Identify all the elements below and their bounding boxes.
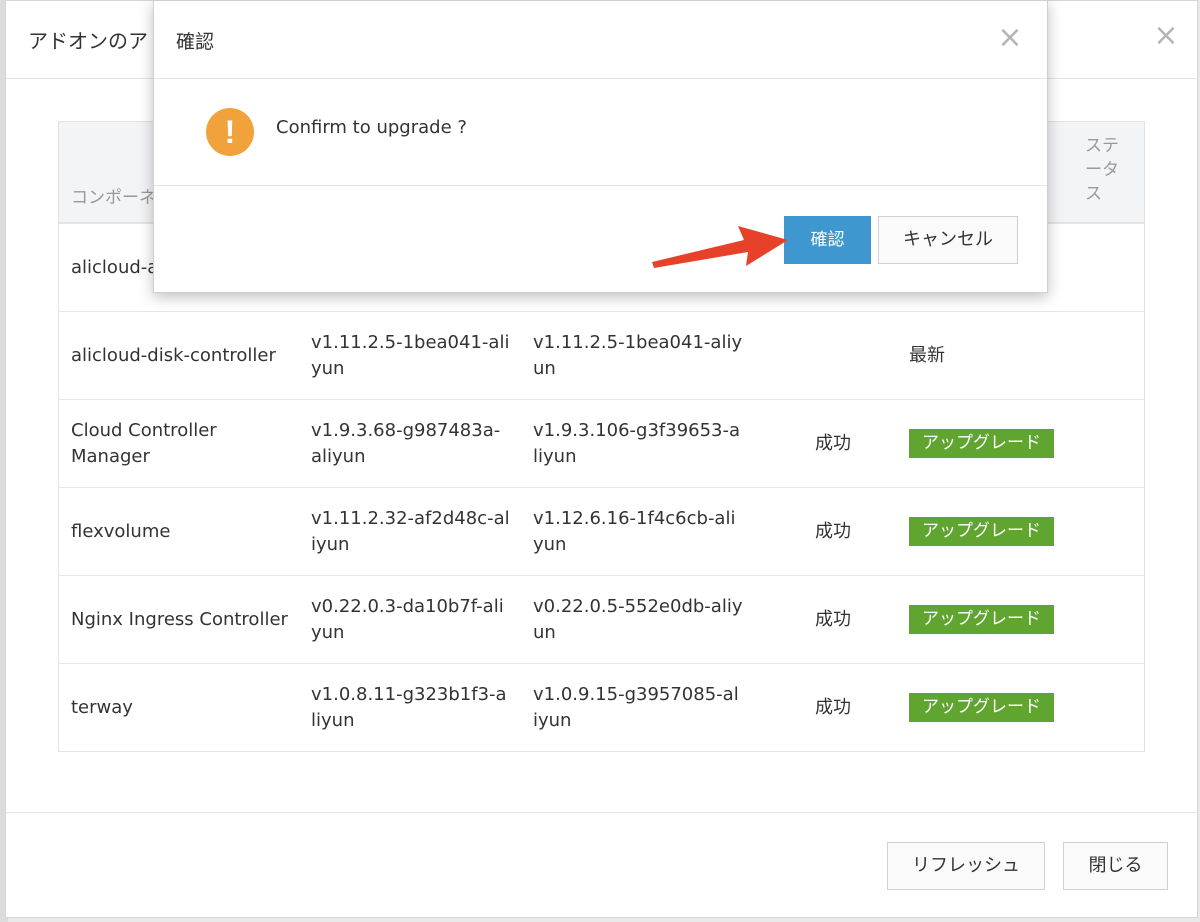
confirm-header: 確認 × — [154, 1, 1047, 79]
modal-footer: リフレッシュ 閉じる — [6, 812, 1197, 919]
current-version: v1.0.8.11-g323b1f3-aliyun — [311, 683, 507, 731]
refresh-button[interactable]: リフレッシュ — [887, 842, 1045, 890]
component-name: Cloud Controller Manager — [71, 419, 217, 467]
table-row: Cloud Controller Manager v1.9.3.68-g9874… — [59, 399, 1144, 487]
upgrade-button[interactable]: アップグレード — [909, 605, 1054, 634]
close-icon[interactable]: × — [995, 23, 1025, 53]
status-text: 最新 — [909, 344, 945, 366]
upgrade-cell: アップグレード — [909, 576, 1109, 663]
upgrade-button[interactable]: アップグレード — [909, 429, 1054, 458]
table-row: Nginx Ingress Controller v0.22.0.3-da10b… — [59, 575, 1144, 663]
upgrade-cell: アップグレード — [909, 400, 1109, 487]
table-row: flexvolume v1.11.2.32-af2d48c-aliyun v1.… — [59, 487, 1144, 575]
upgrade-cell: アップグレード — [909, 664, 1109, 751]
upgrade-button[interactable]: アップグレード — [909, 693, 1054, 722]
table-row: terway v1.0.8.11-g323b1f3-aliyun v1.0.9.… — [59, 663, 1144, 751]
table-row: alicloud-disk-controller v1.11.2.5-1bea0… — [59, 311, 1144, 399]
divider — [154, 185, 1047, 186]
upgrade-cell: アップグレード — [909, 488, 1109, 575]
current-version: v0.22.0.3-da10b7f-aliyun — [311, 595, 504, 643]
latest-version: v1.12.6.16-1f4c6cb-aliyun — [533, 507, 736, 555]
latest-version: v0.22.0.5-552e0db-aliyun — [533, 595, 743, 643]
column-header-status: ステータス — [1085, 136, 1119, 204]
modal-title: アドオンのア — [28, 29, 148, 53]
latest-version: v1.11.2.5-1bea041-aliyun — [533, 331, 743, 379]
warning-icon: ! — [206, 108, 254, 156]
upgrade-button[interactable]: アップグレード — [909, 517, 1054, 546]
confirm-title: 確認 — [176, 31, 215, 53]
component-name: Nginx Ingress Controller — [71, 608, 288, 630]
confirm-dialog: 確認 × ! Confirm to upgrade ? 確認 キャンセル — [153, 0, 1048, 293]
close-icon[interactable]: × — [1151, 21, 1181, 51]
current-version: v1.11.2.5-1bea041-aliyun — [311, 331, 510, 379]
current-version: v1.9.3.68-g987483a-aliyun — [311, 419, 501, 467]
current-version: v1.11.2.32-af2d48c-aliyun — [311, 507, 510, 555]
result-text: 成功 — [815, 432, 851, 454]
cancel-button[interactable]: キャンセル — [878, 216, 1018, 264]
result-text: 成功 — [815, 608, 851, 630]
result-text: 成功 — [815, 696, 851, 718]
component-name: flexvolume — [71, 520, 171, 542]
column-header-component: コンポーネ — [71, 188, 156, 208]
close-button[interactable]: 閉じる — [1063, 842, 1168, 890]
annotation-arrow-icon — [652, 226, 788, 268]
component-name: terway — [71, 696, 133, 718]
confirm-message: Confirm to upgrade ? — [276, 117, 467, 138]
component-name: alicloud-disk-controller — [71, 344, 276, 366]
result-text: 成功 — [815, 520, 851, 542]
latest-version: v1.9.3.106-g3f39653-aliyun — [533, 419, 741, 467]
latest-version: v1.0.9.15-g3957085-aliyun — [533, 683, 739, 731]
